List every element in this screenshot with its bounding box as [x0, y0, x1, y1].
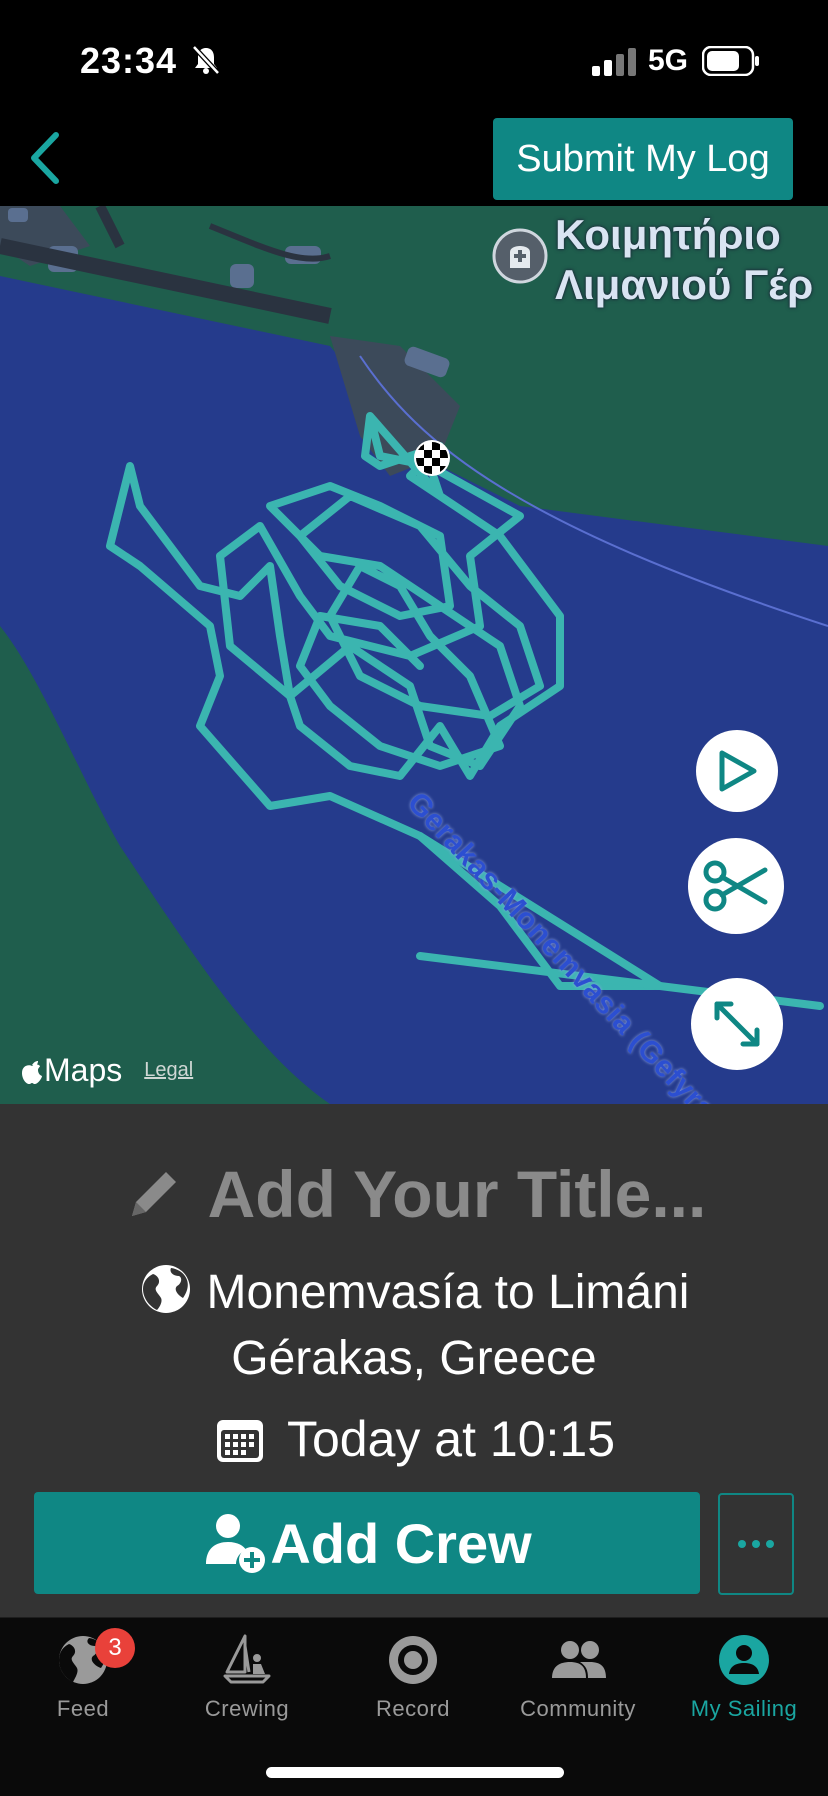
- tab-label: Crewing: [204, 1696, 290, 1721]
- poi-label-line2: Λιμανιού Γέρ: [555, 261, 814, 308]
- tab-record[interactable]: Record: [333, 1632, 493, 1732]
- bell-slash-icon: [192, 45, 220, 75]
- add-user-icon: [206, 1514, 266, 1573]
- map-canvas: [0, 206, 828, 1104]
- maps-text: Maps: [44, 1052, 123, 1088]
- pencil-icon: [131, 1172, 176, 1216]
- home-indicator[interactable]: [266, 1767, 564, 1778]
- poi-label-line1: Κοιμητήριο: [555, 211, 781, 258]
- scissors-icon: [703, 860, 768, 912]
- ellipsis-icon: [738, 1540, 774, 1548]
- apple-logo-icon: [22, 1060, 42, 1084]
- globe-icon: [141, 1265, 190, 1313]
- tab-label: My Sailing: [690, 1696, 798, 1721]
- tab-feed[interactable]: 3 Feed: [3, 1628, 163, 1732]
- tab-label: Community: [520, 1696, 636, 1721]
- date-text: Today at 10:15: [286, 1411, 616, 1467]
- status-bar: 23:34 5G: [0, 0, 828, 110]
- more-options-button[interactable]: [718, 1493, 794, 1595]
- add-crew-label: Add Crew: [270, 1511, 532, 1575]
- expand-button[interactable]: [691, 978, 783, 1070]
- sailboat-icon: [223, 1634, 271, 1684]
- calendar-icon: [216, 1420, 263, 1462]
- play-button[interactable]: [696, 730, 778, 812]
- add-crew-button[interactable]: Add Crew: [34, 1492, 700, 1594]
- log-details: Add Your Title... Monemvasía to Limáni G…: [0, 1104, 828, 1617]
- battery-icon: [702, 46, 759, 76]
- location-text: Monemvasía to Limáni Gérakas, Greece: [206, 1266, 690, 1385]
- chevron-left-icon: [31, 132, 59, 184]
- poi-label[interactable]: Κοιμητήριο Λιμανιού Γέρ: [555, 210, 813, 310]
- tab-label: Feed: [56, 1696, 110, 1721]
- play-icon: [719, 750, 757, 792]
- maps-attribution: Maps Legal: [20, 1052, 193, 1089]
- date-row: Today at 10:15: [0, 1410, 828, 1468]
- user-icon: [719, 1635, 769, 1685]
- people-icon: [552, 1641, 606, 1678]
- location-row: Monemvasía to Limáni Gérakas, Greece: [0, 1260, 828, 1392]
- record-icon: [389, 1636, 437, 1684]
- network-label: 5G: [648, 44, 689, 77]
- nav-bar: Submit My Log: [0, 110, 828, 206]
- tab-my-sailing[interactable]: My Sailing: [664, 1632, 824, 1732]
- feed-badge: 3: [95, 1628, 135, 1668]
- status-time: 23:34: [80, 40, 178, 81]
- tab-label: Record: [376, 1696, 450, 1721]
- cemetery-icon[interactable]: [492, 228, 548, 284]
- tab-crewing[interactable]: Crewing: [167, 1632, 327, 1732]
- legal-link[interactable]: Legal: [144, 1059, 193, 1082]
- maps-logo: Maps: [20, 1052, 122, 1089]
- back-button[interactable]: [14, 126, 78, 190]
- title-row[interactable]: Add Your Title...: [0, 1156, 828, 1232]
- track-map[interactable]: Κοιμητήριο Λιμανιού Γέρ Gerakas-Monemvas…: [0, 206, 828, 1104]
- tab-community[interactable]: Community: [498, 1632, 658, 1732]
- expand-icon: [714, 1001, 760, 1047]
- signal-icon: [592, 48, 636, 76]
- finish-marker: [414, 440, 450, 476]
- trim-button[interactable]: [688, 838, 784, 934]
- title-placeholder[interactable]: Add Your Title...: [208, 1156, 707, 1232]
- submit-log-button[interactable]: Submit My Log: [493, 118, 793, 200]
